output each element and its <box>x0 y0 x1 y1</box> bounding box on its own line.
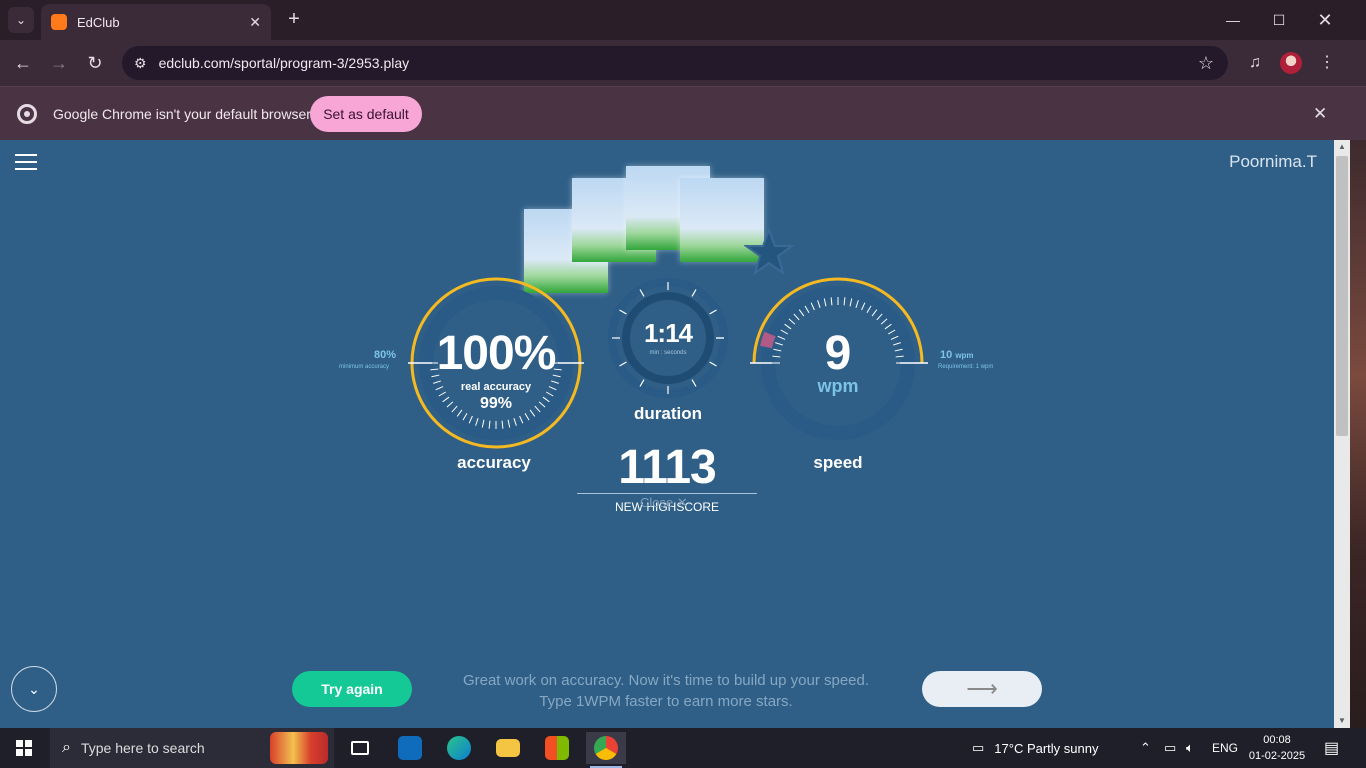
scrollbar-thumb[interactable] <box>1336 156 1348 436</box>
clock-time: 00:08 <box>1263 734 1291 746</box>
taskbar-search[interactable]: ⌕ Type here to search <box>50 728 334 768</box>
tab-search-chevron-icon[interactable]: ⌄ <box>8 7 34 33</box>
windows-taskbar: ⌕ Type here to search ▭ 17°C Partly sunn… <box>0 728 1366 768</box>
chrome-taskbar-icon[interactable] <box>586 732 626 768</box>
weather-text: 17°C Partly sunny <box>994 740 1099 756</box>
edclub-favicon-icon <box>51 14 67 30</box>
weather-widget[interactable]: ▭ 17°C Partly sunny <box>972 728 1099 768</box>
chrome-logo-icon <box>17 104 37 124</box>
real-accuracy-value: 99% <box>479 395 513 412</box>
speed-label: speed <box>813 453 863 472</box>
duration-value: 1:14 <box>643 318 693 348</box>
duration-label: duration <box>634 404 702 423</box>
battery-icon[interactable]: ▭ <box>1164 728 1176 768</box>
page-scrollbar[interactable]: ▲ ▼ <box>1334 140 1350 728</box>
star-icon <box>744 228 794 276</box>
notification-center-icon[interactable]: ▤ <box>1324 738 1339 758</box>
microsoft-store-icon[interactable] <box>537 732 577 764</box>
speed-requirement: Requirement: 1 wpm <box>938 364 994 370</box>
search-icon: ⌕ <box>62 739 71 756</box>
default-browser-infobar: Google Chrome isn't your default browser… <box>0 86 1366 140</box>
volume-icon[interactable]: 🔈︎ <box>1186 728 1194 768</box>
maximize-button[interactable]: ☐ <box>1256 0 1302 40</box>
set-as-default-button[interactable]: Set as default <box>310 96 422 132</box>
scroll-down-button[interactable]: ⌄ <box>11 666 57 712</box>
tab-close-icon[interactable]: ✕ <box>249 14 261 31</box>
close-window-button[interactable]: ✕ <box>1302 0 1348 40</box>
hamburger-menu-icon[interactable] <box>15 154 37 170</box>
minimum-accuracy-value: 80% <box>374 349 397 361</box>
feedback-line-1: Great work on accuracy. Now it's time to… <box>462 672 870 689</box>
new-tab-button[interactable]: + <box>283 8 305 30</box>
speed-target-unit: wpm <box>955 351 974 360</box>
tab-title: EdClub <box>77 14 120 30</box>
task-view-icon[interactable] <box>340 732 380 764</box>
accuracy-label: accuracy <box>457 453 531 472</box>
file-explorer-icon[interactable] <box>488 732 528 764</box>
weather-icon: ▭ <box>972 740 985 755</box>
scroll-down-arrow-icon[interactable]: ▼ <box>1338 716 1346 725</box>
search-placeholder: Type here to search <box>80 740 205 756</box>
scroll-up-arrow-icon[interactable]: ▲ <box>1338 142 1346 151</box>
try-again-button[interactable]: Try again <box>292 671 412 707</box>
windows-start-icon[interactable] <box>16 740 32 756</box>
toolbar: ← → ↻ ⚙ edclub.com/sportal/program-3/295… <box>0 40 1366 86</box>
infobar-close-icon[interactable]: ✕ <box>1313 104 1327 124</box>
speed-target-value: 10 wpm <box>940 349 974 361</box>
minimum-accuracy-label: minimum accuracy <box>339 364 390 370</box>
infobar-message: Google Chrome isn't your default browser <box>53 106 311 122</box>
speed-unit: wpm <box>817 376 859 396</box>
tab-edclub[interactable]: EdClub ✕ <box>41 4 271 40</box>
speed-target-number: 10 <box>940 349 953 361</box>
real-accuracy-label: real accuracy <box>460 381 532 393</box>
edclub-results-page: Poornima.T 100% real accuracy 99% accura… <box>0 140 1334 728</box>
language-indicator[interactable]: ENG <box>1212 728 1238 768</box>
search-highlight-gift-icon <box>270 732 328 764</box>
next-lesson-button[interactable]: ⟶ <box>922 671 1042 707</box>
edge-icon[interactable] <box>439 732 479 764</box>
close-hint[interactable]: Close ✕ <box>640 495 688 511</box>
speed-value: 9 <box>824 327 852 380</box>
outlook-icon[interactable] <box>390 732 430 764</box>
feedback-line-2: Type 1WPM faster to earn more stars. <box>539 693 793 710</box>
taskbar-clock[interactable]: 00:08 01-02-2025 <box>1240 732 1314 764</box>
accuracy-value: 100% <box>436 327 557 380</box>
desktop-wallpaper-edge <box>1350 140 1366 728</box>
duration-unit: min : seconds <box>649 350 687 356</box>
profile-avatar[interactable] <box>1280 52 1302 74</box>
username[interactable]: Poornima.T <box>1229 152 1317 172</box>
bookmark-star-icon[interactable]: ☆ <box>1198 53 1214 74</box>
site-info-icon[interactable]: ⚙ <box>134 55 147 72</box>
url-text[interactable]: edclub.com/sportal/program-3/2953.play <box>159 55 1198 71</box>
feedback-message: Great work on accuracy. Now it's time to… <box>430 670 902 712</box>
clock-date: 01-02-2025 <box>1248 750 1306 762</box>
address-bar[interactable]: ⚙ edclub.com/sportal/program-3/2953.play… <box>122 46 1228 80</box>
back-button[interactable]: ← <box>10 50 36 76</box>
tab-strip: ⌄ EdClub ✕ + — ☐ ✕ <box>0 0 1366 40</box>
highscore-value: 1113 <box>618 441 716 494</box>
menu-kebab-icon[interactable]: ⋮ <box>1316 52 1338 74</box>
tray-show-hidden-icon[interactable]: ⌃ <box>1140 728 1151 768</box>
media-controls-icon[interactable]: ♫ <box>1244 52 1266 74</box>
minimize-button[interactable]: — <box>1210 0 1256 40</box>
forward-button[interactable]: → <box>46 50 72 76</box>
reload-button[interactable]: ↻ <box>82 50 108 76</box>
browser-chrome: ⌄ EdClub ✕ + — ☐ ✕ ← → ↻ ⚙ edclub.com/sp… <box>0 0 1366 140</box>
